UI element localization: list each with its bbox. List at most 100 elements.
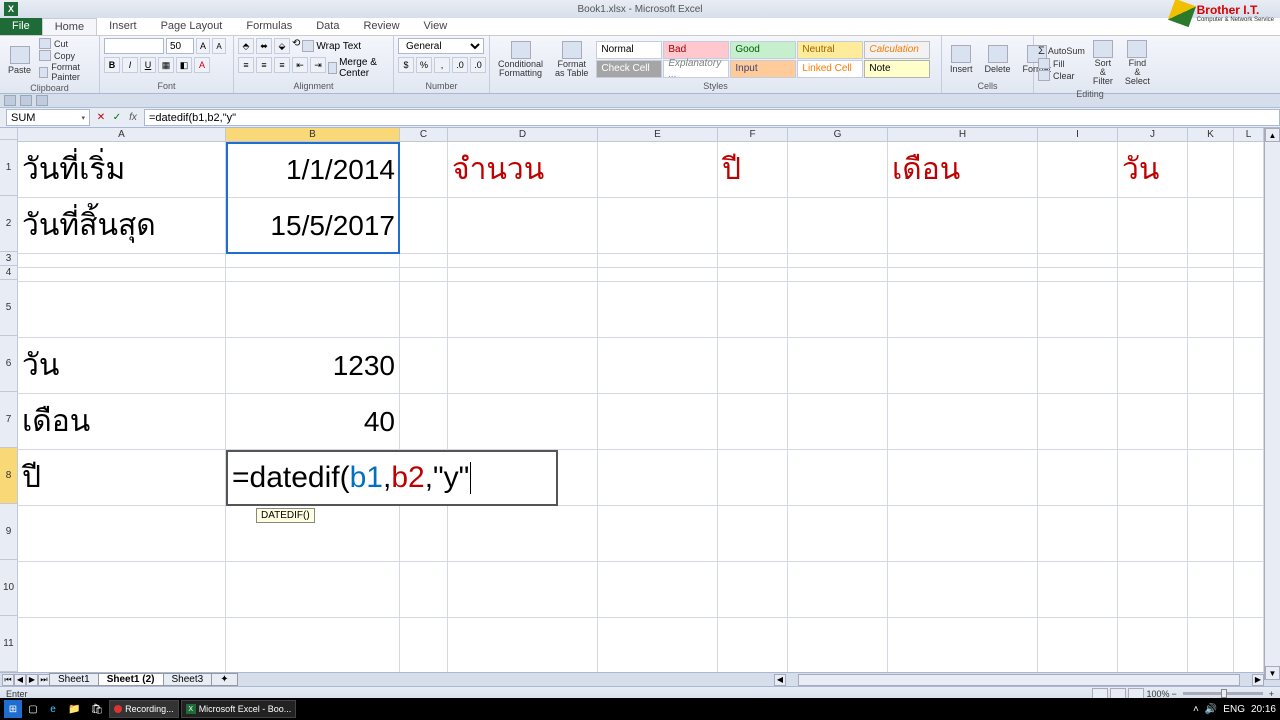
tray-volume-icon[interactable]: 🔊 xyxy=(1205,704,1217,715)
cell-H11[interactable] xyxy=(888,618,1038,674)
copy-button[interactable]: Copy xyxy=(39,50,95,61)
cell-H5[interactable] xyxy=(888,282,1038,338)
align-bottom-button[interactable]: ⬙ xyxy=(274,38,290,54)
cell-K4[interactable] xyxy=(1188,268,1234,282)
cell-I4[interactable] xyxy=(1038,268,1118,282)
fill-button[interactable]: Fill xyxy=(1038,58,1085,69)
redo-icon[interactable] xyxy=(36,95,48,106)
decrease-decimal-button[interactable]: .0 xyxy=(470,57,486,73)
cell-I9[interactable] xyxy=(1038,506,1118,562)
zoom-slider[interactable] xyxy=(1183,692,1263,695)
style-input[interactable]: Input xyxy=(730,60,796,78)
increase-indent-button[interactable]: ⇥ xyxy=(310,57,326,73)
cell-K5[interactable] xyxy=(1188,282,1234,338)
tray-clock[interactable]: 20:16 xyxy=(1251,704,1276,715)
bold-button[interactable]: B xyxy=(104,57,120,73)
style-bad[interactable]: Bad xyxy=(663,41,729,59)
cell-E1[interactable] xyxy=(598,142,718,198)
cell-E10[interactable] xyxy=(598,562,718,618)
save-icon[interactable] xyxy=(4,95,16,106)
underline-button[interactable]: U xyxy=(140,57,156,73)
format-painter-button[interactable]: Format Painter xyxy=(39,62,95,82)
shrink-font-button[interactable]: A xyxy=(212,38,226,54)
cell-K11[interactable] xyxy=(1188,618,1234,674)
fill-color-button[interactable]: ◧ xyxy=(176,57,192,73)
cell-C2[interactable] xyxy=(400,198,448,254)
cell-K7[interactable] xyxy=(1188,394,1234,450)
taskbar-recording[interactable]: Recording... xyxy=(109,700,179,718)
cut-button[interactable]: Cut xyxy=(39,38,95,49)
paste-button[interactable]: Paste xyxy=(4,44,35,77)
formula-input[interactable]: =datedif(b1,b2,"y" xyxy=(144,109,1280,126)
cell-I7[interactable] xyxy=(1038,394,1118,450)
cell-E8[interactable] xyxy=(598,450,718,506)
cell-E11[interactable] xyxy=(598,618,718,674)
store-icon[interactable]: 🛍 xyxy=(86,700,107,718)
sheet-nav-prev[interactable]: ◀ xyxy=(14,674,26,686)
cell-J1[interactable]: วัน xyxy=(1118,142,1188,198)
cell-B11[interactable] xyxy=(226,618,400,674)
style-linked-cell[interactable]: Linked Cell xyxy=(797,60,863,78)
cell-F5[interactable] xyxy=(718,282,788,338)
cell-I8[interactable] xyxy=(1038,450,1118,506)
cell-E6[interactable] xyxy=(598,338,718,394)
cell-K1[interactable] xyxy=(1188,142,1234,198)
cell-J8[interactable] xyxy=(1118,450,1188,506)
cell-C9[interactable] xyxy=(400,506,448,562)
font-name-input[interactable] xyxy=(104,38,164,54)
italic-button[interactable]: I xyxy=(122,57,138,73)
cell-C3[interactable] xyxy=(400,254,448,268)
cell-C6[interactable] xyxy=(400,338,448,394)
row-header-5[interactable]: 5 xyxy=(0,280,18,336)
font-color-button[interactable]: A xyxy=(194,57,210,73)
cell-G3[interactable] xyxy=(788,254,888,268)
align-middle-button[interactable]: ⬌ xyxy=(256,38,272,54)
col-header-A[interactable]: A xyxy=(18,128,226,142)
col-header-J[interactable]: J xyxy=(1118,128,1188,142)
style-normal[interactable]: Normal xyxy=(596,41,662,59)
cell-B6[interactable]: 1230 xyxy=(226,338,400,394)
zoom-in-button[interactable]: + xyxy=(1269,689,1274,699)
col-header-G[interactable]: G xyxy=(788,128,888,142)
row-header-11[interactable]: 11 xyxy=(0,616,18,672)
row-header-4[interactable]: 4 xyxy=(0,266,18,280)
cell-F2[interactable] xyxy=(718,198,788,254)
cell-A6[interactable]: วัน xyxy=(18,338,226,394)
sheet-tab-sheet1-2[interactable]: Sheet1 (2) xyxy=(98,673,164,686)
cell-H4[interactable] xyxy=(888,268,1038,282)
cell-I10[interactable] xyxy=(1038,562,1118,618)
cell-I2[interactable] xyxy=(1038,198,1118,254)
enter-formula-button[interactable]: ✓ xyxy=(110,111,124,125)
row-header-2[interactable]: 2 xyxy=(0,196,18,252)
row-header-8[interactable]: 8 xyxy=(0,448,18,504)
cell-D5[interactable] xyxy=(448,282,598,338)
align-top-button[interactable]: ⬘ xyxy=(238,38,254,54)
delete-cells-button[interactable]: Delete xyxy=(981,43,1015,76)
cell-E7[interactable] xyxy=(598,394,718,450)
row-header-1[interactable]: 1 xyxy=(0,140,18,196)
cell-B2[interactable]: 15/5/2017 xyxy=(226,198,400,254)
sheet-tab-sheet3[interactable]: Sheet3 xyxy=(163,673,213,686)
tray-lang[interactable]: ENG xyxy=(1223,704,1245,715)
cell-A10[interactable] xyxy=(18,562,226,618)
name-box[interactable]: SUM▾ xyxy=(6,109,90,126)
cell-D1[interactable]: จำนวน xyxy=(448,142,598,198)
cell-G9[interactable] xyxy=(788,506,888,562)
cell-F7[interactable] xyxy=(718,394,788,450)
cell-H3[interactable] xyxy=(888,254,1038,268)
align-left-button[interactable]: ≡ xyxy=(238,57,254,73)
cell-C1[interactable] xyxy=(400,142,448,198)
number-format-select[interactable]: General xyxy=(398,38,484,54)
cell-H7[interactable] xyxy=(888,394,1038,450)
cell-G5[interactable] xyxy=(788,282,888,338)
font-size-input[interactable] xyxy=(166,38,194,54)
fx-button[interactable]: fx xyxy=(126,111,140,125)
cell-A8[interactable]: ปี xyxy=(18,450,226,506)
cell-D7[interactable] xyxy=(448,394,598,450)
cell-A11[interactable] xyxy=(18,618,226,674)
insert-cells-button[interactable]: Insert xyxy=(946,43,977,76)
cell-D2[interactable] xyxy=(448,198,598,254)
cell-L4[interactable] xyxy=(1234,268,1264,282)
row-header-7[interactable]: 7 xyxy=(0,392,18,448)
cancel-formula-button[interactable]: ✕ xyxy=(94,111,108,125)
